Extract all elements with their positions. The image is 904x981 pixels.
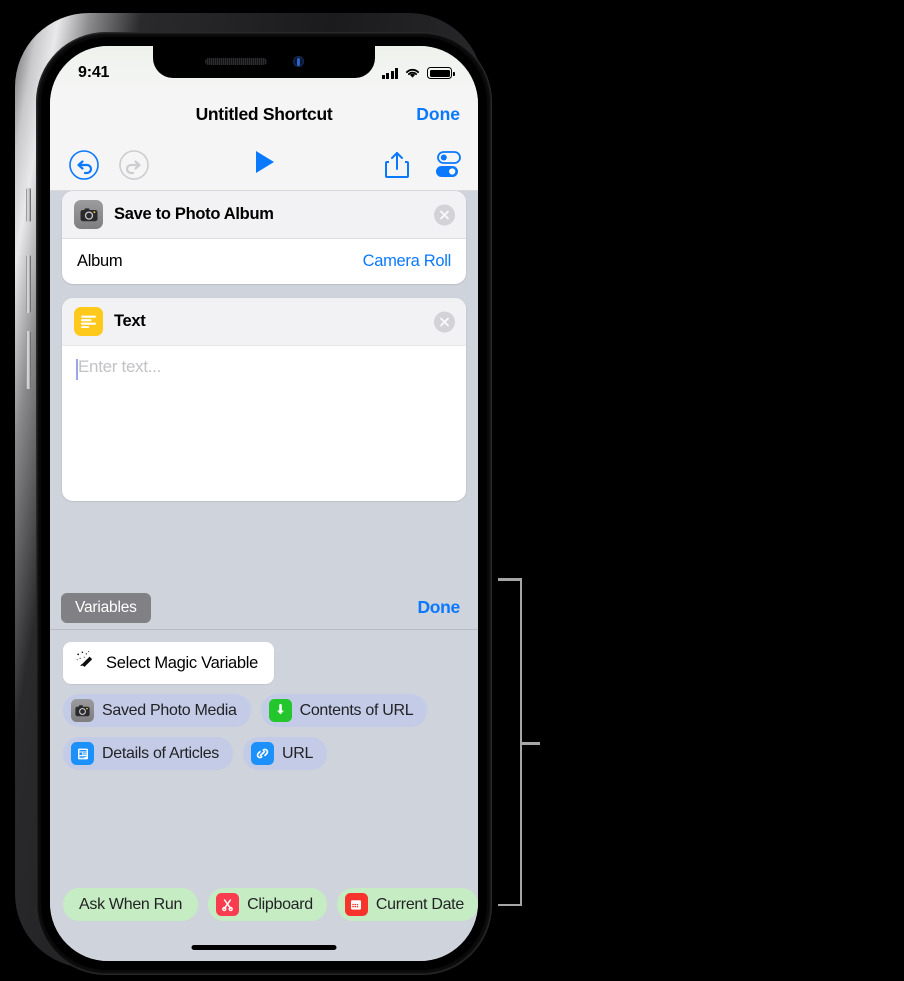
camera-icon bbox=[74, 200, 103, 229]
variable-chip-label: Saved Photo Media bbox=[102, 701, 237, 719]
variable-chip-url[interactable]: URL bbox=[243, 737, 328, 770]
special-variable-chip-row: Ask When Run Clipboard Current Date bbox=[50, 888, 478, 921]
callout-bottom-tick bbox=[498, 903, 522, 906]
camera-icon bbox=[71, 699, 94, 722]
redo-icon[interactable] bbox=[118, 149, 150, 181]
action-title: Text bbox=[114, 312, 146, 330]
variable-chip-clipboard[interactable]: Clipboard bbox=[208, 888, 327, 921]
variables-done-button[interactable]: Done bbox=[417, 597, 460, 618]
phone-frame: 9:41 Untitled Shortcut Done Save to Phot… bbox=[15, 13, 492, 975]
magic-variable-chip-row-2: Details of Articles URL bbox=[50, 737, 478, 770]
variable-chip-current-date[interactable]: Current Date bbox=[336, 888, 478, 921]
variables-panel-body: Select Magic Variable Saved Photo Media … bbox=[50, 630, 478, 961]
battery-full-icon bbox=[427, 67, 455, 79]
volume-up-button[interactable] bbox=[26, 255, 31, 313]
settings-toggles-icon[interactable] bbox=[432, 150, 464, 180]
variable-chip-label: Ask When Run bbox=[79, 895, 183, 913]
select-magic-variable-button[interactable]: Select Magic Variable bbox=[63, 642, 275, 684]
remove-action-button[interactable] bbox=[434, 204, 455, 225]
magic-wand-icon bbox=[75, 650, 96, 676]
text-lines-icon bbox=[74, 307, 103, 336]
remove-action-button[interactable] bbox=[434, 311, 455, 332]
volume-down-button[interactable] bbox=[26, 331, 31, 389]
cellular-bars-icon bbox=[381, 67, 398, 79]
editor-toolbar bbox=[50, 139, 478, 191]
variable-chip-contents-of-url[interactable]: Contents of URL bbox=[260, 694, 428, 727]
calendar-icon bbox=[344, 893, 368, 916]
callout-top-tick bbox=[498, 578, 522, 581]
home-indicator[interactable] bbox=[191, 945, 337, 950]
status-icons bbox=[381, 67, 455, 79]
variable-chip-details-of-articles[interactable]: Details of Articles bbox=[63, 737, 234, 770]
parameter-label: Album bbox=[77, 252, 123, 270]
screenshot-stage: 9:41 Untitled Shortcut Done Save to Phot… bbox=[0, 0, 904, 981]
action-card-save-to-photo-album[interactable]: Save to Photo Album Album Camera Roll bbox=[62, 191, 466, 284]
text-placeholder: Enter text... bbox=[78, 357, 162, 376]
text-input-area[interactable]: Enter text... bbox=[62, 346, 466, 501]
page-title: Untitled Shortcut bbox=[195, 104, 333, 124]
card-spacer bbox=[50, 284, 478, 298]
callout-middle-tick bbox=[521, 742, 540, 745]
nav-done-button[interactable]: Done bbox=[416, 104, 460, 125]
play-icon[interactable] bbox=[249, 147, 279, 182]
variable-chip-label: Current Date bbox=[375, 895, 464, 913]
variable-chip-label: URL bbox=[282, 744, 314, 762]
phone-notch bbox=[153, 46, 375, 78]
variable-chip-label: Clipboard bbox=[247, 895, 313, 913]
parameter-value[interactable]: Camera Roll bbox=[363, 252, 452, 271]
download-icon bbox=[268, 699, 292, 722]
variable-chip-label: Details of Articles bbox=[102, 744, 220, 762]
mute-switch[interactable] bbox=[26, 188, 31, 222]
navigation-bar: Untitled Shortcut Done bbox=[50, 90, 478, 139]
scissors-icon bbox=[216, 893, 240, 916]
front-camera-icon bbox=[293, 56, 304, 67]
callout-bracket bbox=[498, 578, 540, 906]
toolbar-right-group bbox=[384, 150, 464, 180]
actions-list[interactable]: Save to Photo Album Album Camera Roll Te… bbox=[50, 191, 478, 586]
text-cursor bbox=[76, 359, 78, 380]
toolbar-left-group bbox=[50, 149, 150, 181]
undo-icon[interactable] bbox=[68, 149, 100, 181]
magic-variable-chip-row-1: Saved Photo Media Contents of URL bbox=[50, 694, 478, 727]
action-card-header[interactable]: Save to Photo Album bbox=[62, 191, 466, 239]
phone-screen: 9:41 Untitled Shortcut Done Save to Phot… bbox=[50, 46, 478, 961]
variables-panel: Variables Done Select Magic Variable Sav… bbox=[50, 586, 478, 961]
action-parameter-album[interactable]: Album Camera Roll bbox=[62, 239, 466, 284]
variables-panel-header: Variables Done bbox=[50, 586, 478, 630]
action-card-header[interactable]: Text bbox=[62, 298, 466, 346]
variable-chip-saved-photo-media[interactable]: Saved Photo Media bbox=[63, 694, 251, 727]
share-icon[interactable] bbox=[384, 150, 410, 180]
status-time: 9:41 bbox=[78, 64, 110, 81]
action-title: Save to Photo Album bbox=[114, 205, 274, 223]
action-card-text[interactable]: Text Enter text... bbox=[62, 298, 466, 501]
variable-chip-ask-when-run[interactable]: Ask When Run bbox=[63, 888, 199, 921]
variable-chip-label: Contents of URL bbox=[299, 701, 414, 719]
link-icon bbox=[251, 742, 275, 765]
article-icon bbox=[71, 742, 94, 765]
earpiece-speaker bbox=[205, 58, 267, 65]
wifi-icon bbox=[405, 68, 420, 78]
tab-variables[interactable]: Variables bbox=[61, 592, 151, 623]
magic-variable-label: Select Magic Variable bbox=[106, 653, 259, 672]
